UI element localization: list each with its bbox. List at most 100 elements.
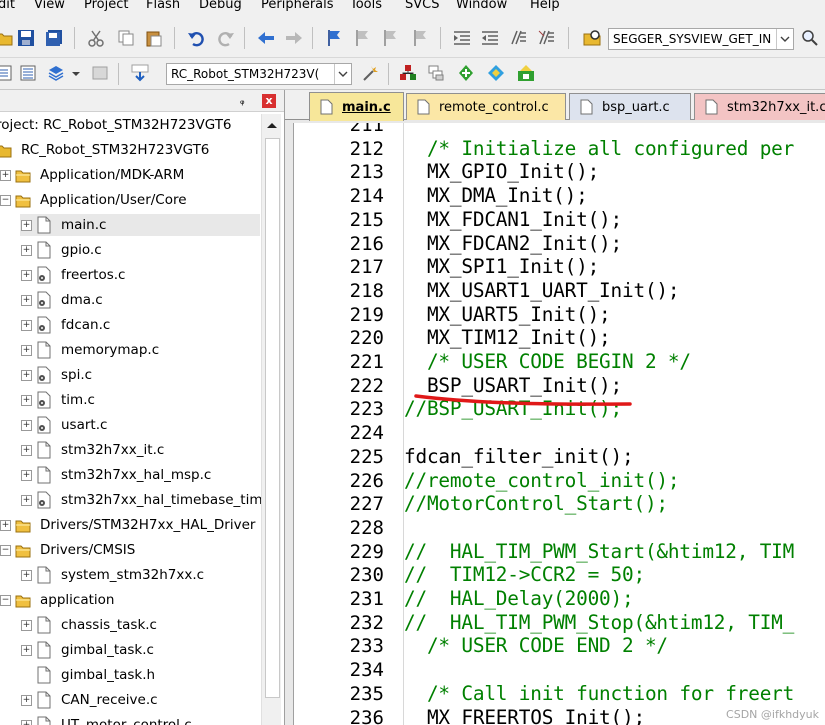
uncomment-icon[interactable]	[536, 28, 556, 48]
nav-back-icon[interactable]	[256, 28, 276, 48]
save-icon[interactable]	[16, 28, 36, 48]
file-extensions-icon[interactable]	[426, 63, 446, 83]
code-line[interactable]: MX_TIM12_Init();	[404, 326, 611, 350]
find-combo[interactable]: SEGGER_SYSVIEW_GET_IN	[608, 28, 794, 50]
menu-help[interactable]: Help	[530, 0, 560, 13]
code-line[interactable]: MX_FREERTOS_Init();	[404, 706, 645, 725]
tree-item[interactable]: + dma.c	[20, 289, 103, 311]
chevron-down-icon[interactable]	[334, 64, 351, 84]
tree-item[interactable]: + tim.c	[20, 389, 95, 411]
bookmark-clear-icon[interactable]	[410, 28, 430, 48]
indent-icon[interactable]	[452, 28, 472, 48]
tree-item[interactable]: + freertos.c	[20, 264, 125, 286]
rebuild-icon[interactable]	[46, 63, 66, 83]
menu-debug[interactable]: Debug	[199, 0, 242, 13]
project-scrollbar[interactable]	[261, 114, 281, 725]
code-line[interactable]: /* Initialize all configured per	[404, 137, 794, 161]
tree-item[interactable]: roject: RC_Robot_STM32H723VGT6	[0, 114, 232, 136]
code-line[interactable]: MX_DMA_Init();	[404, 184, 588, 208]
code-line[interactable]: MX_FDCAN1_Init();	[404, 208, 622, 232]
tree-item[interactable]: + stm32h7xx_hal_timebase_tim	[20, 489, 263, 511]
menu-project[interactable]: Project	[84, 0, 128, 13]
expand-icon[interactable]: +	[21, 294, 32, 306]
collapse-icon[interactable]: −	[0, 544, 11, 556]
code-line[interactable]: fdcan_filter_init();	[404, 445, 634, 469]
bookmark-icon[interactable]	[324, 28, 344, 48]
tree-item[interactable]: + UT_motor_control.c	[20, 714, 192, 725]
tree-item[interactable]: + stm32h7xx_hal_msp.c	[20, 464, 211, 486]
menu-window[interactable]: Window	[456, 0, 507, 13]
menu-flash[interactable]: Flash	[146, 0, 180, 13]
copy-icon[interactable]	[116, 28, 136, 48]
expand-icon[interactable]: +	[21, 569, 32, 581]
code-editor[interactable]: 211 212 213 214 215 216 217 218 219 220 221 222 223 2…	[293, 123, 825, 725]
translate-icon[interactable]	[0, 63, 14, 83]
menu-svcs[interactable]: SVCS	[405, 0, 439, 13]
tree-item[interactable]: + stm32h7xx_it.c	[20, 439, 164, 461]
tree-item[interactable]: + memorymap.c	[20, 339, 159, 361]
scroll-up-icon[interactable]	[265, 118, 279, 132]
collapse-icon[interactable]: −	[0, 594, 11, 606]
tab-stm32h7xx-it-c[interactable]: stm32h7xx_it.c	[694, 93, 825, 120]
expand-icon[interactable]: +	[0, 519, 11, 531]
menu-peripherals[interactable]: Peripherals	[261, 0, 334, 13]
tree-item[interactable]: + chassis_task.c	[20, 614, 157, 636]
pin-icon[interactable]: ᵩ	[240, 94, 245, 107]
code-line[interactable]: //MotorControl_Start();	[404, 492, 668, 516]
expand-icon[interactable]: +	[0, 169, 11, 181]
undo-icon[interactable]	[186, 28, 206, 48]
save-all-icon[interactable]	[44, 28, 64, 48]
expand-icon[interactable]: +	[21, 719, 32, 725]
unindent-icon[interactable]	[480, 28, 500, 48]
find-icon[interactable]	[800, 28, 820, 48]
tab-remote-control-c[interactable]: remote_control.c	[406, 93, 566, 120]
tree-item[interactable]: − application	[0, 589, 114, 611]
expand-icon[interactable]: +	[21, 494, 32, 506]
manage-components-icon[interactable]	[398, 63, 418, 83]
tree-item[interactable]: + Application/MDK-ARM	[0, 164, 184, 186]
tree-item[interactable]: + system_stm32h7xx.c	[20, 564, 204, 586]
code-line[interactable]: /* USER CODE END 2 */	[404, 634, 668, 658]
expand-icon[interactable]: +	[21, 469, 32, 481]
bookmark-next-icon[interactable]	[380, 28, 400, 48]
code-line[interactable]: // TIM12->CCR2 = 50;	[404, 563, 645, 587]
expand-icon[interactable]: +	[21, 219, 32, 231]
tree-item[interactable]: + fdcan.c	[20, 314, 110, 336]
collapse-icon[interactable]: −	[0, 194, 11, 206]
code-line[interactable]: MX_UART5_Init();	[404, 303, 611, 327]
code-line[interactable]: MX_SPI1_Init();	[404, 255, 599, 279]
expand-icon[interactable]: +	[21, 269, 32, 281]
menu-tools[interactable]: Tools	[350, 0, 382, 13]
nav-forward-icon[interactable]	[284, 28, 304, 48]
scrollbar-thumb[interactable]	[265, 138, 280, 698]
menu-view[interactable]: View	[34, 0, 65, 13]
code-line[interactable]: //remote_control_init();	[404, 469, 680, 493]
tree-item[interactable]: + usart.c	[20, 414, 107, 436]
tree-item[interactable]: − Drivers/CMSIS	[0, 539, 135, 561]
tree-item[interactable]: + gimbal_task.c	[20, 639, 154, 661]
stop-build-icon[interactable]	[90, 63, 110, 83]
build-icon[interactable]	[18, 63, 38, 83]
chevron-down-icon[interactable]	[776, 29, 793, 49]
expand-icon[interactable]: +	[21, 319, 32, 331]
runtime-environment-icon[interactable]	[516, 63, 536, 83]
comment-icon[interactable]	[508, 28, 528, 48]
tree-item[interactable]: gimbal_task.h	[20, 664, 155, 686]
select-packs-icon[interactable]	[486, 63, 506, 83]
expand-icon[interactable]: +	[21, 344, 32, 356]
expand-icon[interactable]: +	[21, 419, 32, 431]
code-line[interactable]: MX_USART1_UART_Init();	[404, 279, 680, 303]
expand-icon[interactable]: +	[21, 644, 32, 656]
code-line[interactable]: MX_FDCAN2_Init();	[404, 232, 622, 256]
code-line[interactable]: /* Call init function for freert	[404, 682, 794, 706]
expand-icon[interactable]: +	[21, 444, 32, 456]
chevron-down-icon[interactable]	[66, 63, 86, 83]
code-line[interactable]: /* USER CODE BEGIN 2 */	[404, 350, 691, 374]
tab-bsp-uart-c[interactable]: bsp_uart.c	[569, 93, 691, 120]
tab-main-c[interactable]: main.c	[309, 92, 404, 121]
tree-item[interactable]: RC_Robot_STM32H723VGT6	[0, 139, 209, 161]
expand-icon[interactable]: +	[21, 394, 32, 406]
open-folder-icon[interactable]	[0, 28, 14, 48]
expand-icon[interactable]: +	[21, 369, 32, 381]
menu-edit[interactable]: dit	[0, 0, 15, 13]
